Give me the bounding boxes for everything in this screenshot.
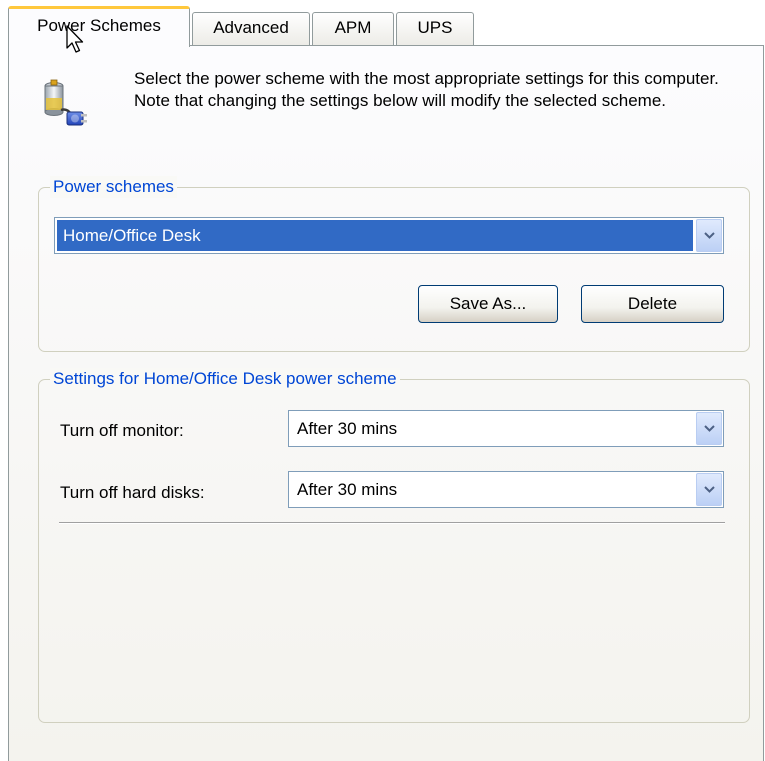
settings-group-title: Settings for Home/Office Desk power sche… (50, 368, 400, 390)
turn-off-hard-disks-dropdown[interactable]: After 30 mins (288, 471, 724, 508)
power-scheme-dropdown[interactable]: Home/Office Desk (54, 217, 724, 254)
tab-apm-label: APM (334, 18, 372, 37)
tab-power-schemes-label: Power Schemes (37, 16, 161, 35)
turn-off-hard-disks-label: Turn off hard disks: (60, 483, 205, 502)
tab-strip: Power Schemes Advanced APM UPS (0, 0, 765, 48)
tab-ups-label: UPS (417, 18, 453, 37)
chevron-down-icon (704, 425, 715, 432)
power-scheme-icon (37, 76, 89, 132)
tab-power-schemes[interactable]: Power Schemes (8, 6, 190, 48)
mouse-pointer-icon (66, 25, 86, 60)
tab-ups[interactable]: UPS (396, 12, 474, 46)
power-scheme-dropdown-button[interactable] (696, 219, 722, 252)
power-scheme-selected-value: Home/Office Desk (63, 226, 201, 245)
power-options-dialog: Power Schemes Advanced APM UPS Select th… (0, 0, 765, 761)
turn-off-monitor-value: After 30 mins (297, 419, 398, 438)
chevron-down-icon (704, 232, 715, 239)
turn-off-hard-disks-dropdown-button[interactable] (696, 473, 722, 506)
turn-off-monitor-dropdown[interactable]: After 30 mins (288, 410, 724, 447)
tab-advanced[interactable]: Advanced (192, 12, 310, 46)
turn-off-monitor-label: Turn off monitor: (60, 421, 184, 440)
turn-off-hard-disks-value: After 30 mins (297, 480, 398, 499)
save-as-button[interactable]: Save As... (418, 285, 558, 323)
tab-advanced-label: Advanced (213, 18, 289, 37)
power-schemes-group-title: Power schemes (50, 176, 177, 198)
delete-button[interactable]: Delete (581, 285, 724, 323)
power-schemes-page: Select the power scheme with the most ap… (8, 45, 764, 761)
tab-apm[interactable]: APM (312, 12, 394, 46)
turn-off-monitor-dropdown-button[interactable] (696, 412, 722, 445)
chevron-down-icon (704, 486, 715, 493)
power-schemes-group: Power schemes Home/Office Desk Save As..… (38, 176, 750, 352)
settings-divider (59, 522, 725, 524)
intro-description: Select the power scheme with the most ap… (134, 69, 719, 110)
settings-group: Settings for Home/Office Desk power sche… (38, 368, 750, 723)
